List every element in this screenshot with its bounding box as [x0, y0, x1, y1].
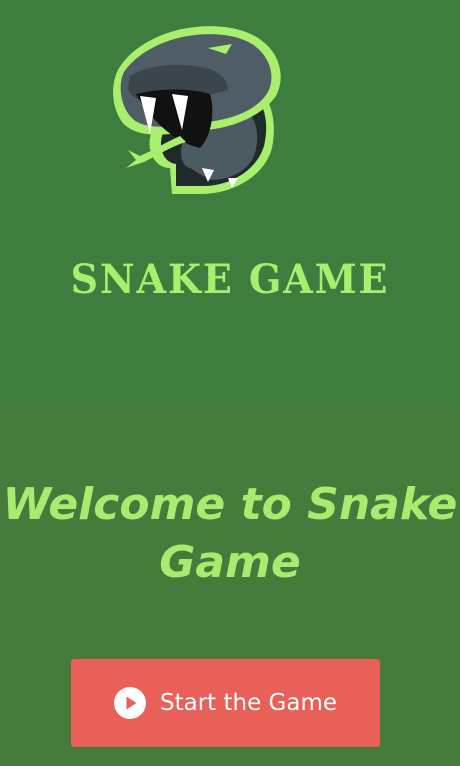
play-circle-icon	[113, 687, 146, 719]
snake-head-icon	[113, 26, 281, 194]
start-game-button[interactable]: Start the Game	[71, 659, 380, 747]
hero-banner: SNAKE GAME	[0, 0, 460, 410]
brand-title: SNAKE GAME	[70, 256, 390, 303]
welcome-heading: Welcome to Snake Game	[2, 479, 458, 588]
start-button-label: Start the Game	[159, 690, 338, 716]
